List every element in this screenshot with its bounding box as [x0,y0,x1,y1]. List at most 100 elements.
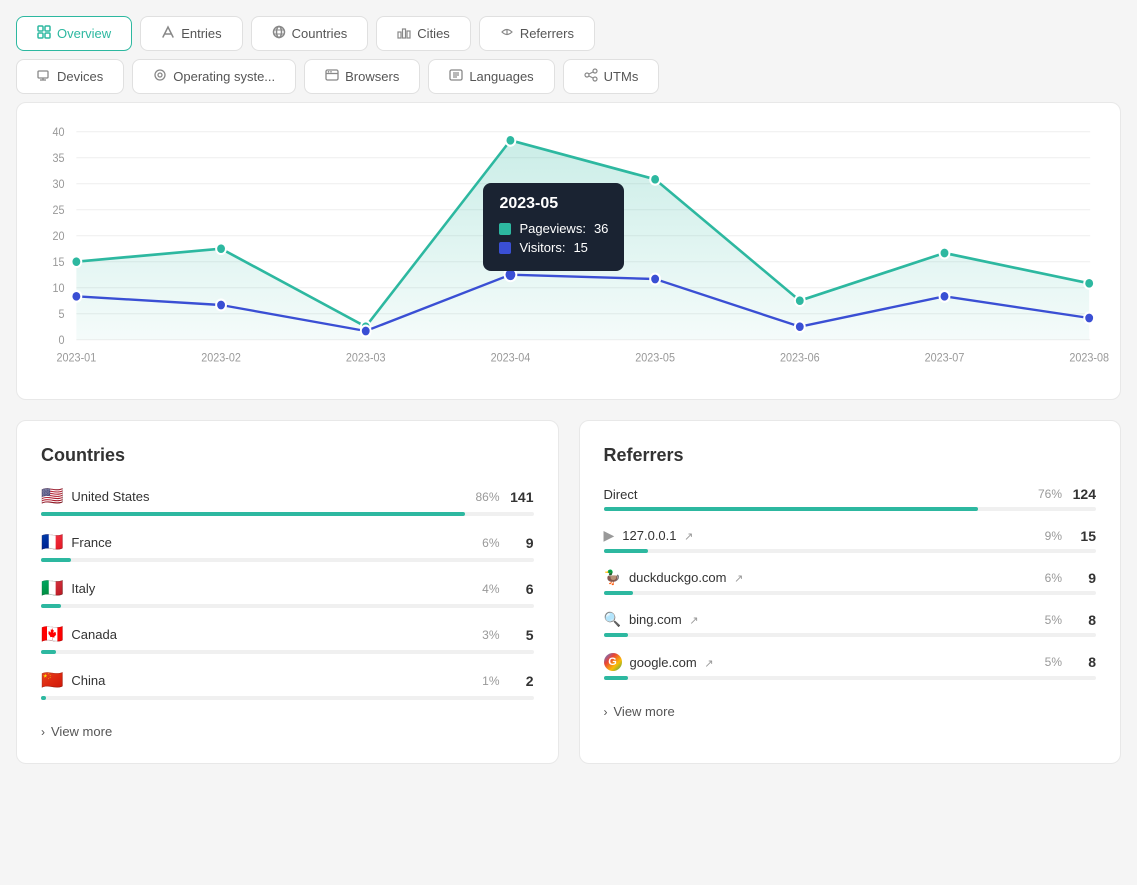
referrer-pct-1: 9% [1045,529,1062,543]
progress-bar-bg [41,558,534,562]
svg-text:25: 25 [53,205,65,218]
tab-referrers[interactable]: Referrers [479,16,595,51]
tab-countries[interactable]: Countries [251,16,369,51]
svg-text:2023-08: 2023-08 [1069,352,1109,365]
tab-os[interactable]: Operating syste... [132,59,296,94]
country-name-3: Canada [71,627,482,642]
referrers-view-more-label: View more [614,704,675,719]
svg-text:2023-07: 2023-07 [925,352,965,365]
list-item: 🇨🇦 Canada 3% 5 [41,624,534,654]
tab-referrers-label: Referrers [520,26,574,41]
referrer-count-0: 124 [1072,486,1096,502]
progress-bar-fill [604,633,629,637]
external-link-icon[interactable]: ↗ [704,658,713,670]
svg-text:20: 20 [53,231,65,244]
progress-bar-fill [41,696,46,700]
flag-it: 🇮🇹 [41,578,63,599]
chart-container: 0 5 10 15 20 25 30 35 40 [16,102,1121,400]
list-item: ▶ 127.0.0.1 ↗ 9% 15 [604,527,1097,553]
languages-icon [449,68,463,85]
progress-bar-bg [604,591,1097,595]
tab-overview[interactable]: Overview [16,16,132,51]
tab-os-label: Operating syste... [173,69,275,84]
svg-text:5: 5 [59,309,65,322]
referrer-icon-1: ▶ [604,527,615,544]
svg-text:2023-06: 2023-06 [780,352,820,365]
countries-panel-title: Countries [41,445,534,466]
svg-text:15: 15 [53,257,65,270]
countries-icon [272,25,286,42]
chevron-right-icon: › [41,725,45,739]
svg-text:2023-03: 2023-03 [346,352,386,365]
flag-us: 🇺🇸 [41,486,63,507]
chevron-right-icon: › [604,705,608,719]
progress-bar-bg [604,549,1097,553]
svg-text:40: 40 [53,127,65,140]
os-icon [153,68,167,85]
tab-entries-label: Entries [181,26,221,41]
tab-cities-label: Cities [417,26,450,41]
country-count-0: 141 [510,489,534,505]
svg-text:35: 35 [53,153,65,166]
referrers-icon [500,25,514,42]
tab-browsers[interactable]: Browsers [304,59,420,94]
progress-bar-bg [41,696,534,700]
external-link-icon[interactable]: ↗ [684,531,693,543]
referrer-pct-3: 5% [1045,613,1062,627]
tab-utms-label: UTMs [604,69,639,84]
progress-bar-bg [604,633,1097,637]
svg-text:2023-02: 2023-02 [201,352,241,365]
referrers-view-more[interactable]: › View more [604,696,1097,719]
list-item: 🔍 bing.com ↗ 5% 8 [604,611,1097,637]
country-name-2: Italy [71,581,482,596]
list-item: 🦆 duckduckgo.com ↗ 6% 9 [604,569,1097,595]
countries-view-more[interactable]: › View more [41,716,534,739]
tab-overview-label: Overview [57,26,111,41]
list-item: 🇨🇳 China 1% 2 [41,670,534,700]
country-name-0: United States [71,489,475,504]
external-link-icon[interactable]: ↗ [689,615,698,627]
country-name-1: France [71,535,482,550]
svg-text:2023-05: 2023-05 [635,352,675,365]
tab-cities[interactable]: Cities [376,16,471,51]
tab-entries[interactable]: Entries [140,16,242,51]
external-link-icon[interactable]: ↗ [734,573,743,585]
progress-bar-bg [604,507,1097,511]
tab-languages[interactable]: Languages [428,59,554,94]
referrer-icon-3: 🔍 [604,611,621,628]
tab-devices-label: Devices [57,69,103,84]
country-pct-3: 3% [482,628,499,642]
list-item: 🇺🇸 United States 86% 141 [41,486,534,516]
svg-text:2023-04: 2023-04 [491,352,531,365]
tab-languages-label: Languages [469,69,533,84]
progress-bar-fill [41,604,61,608]
referrer-icon-4: G [604,653,622,671]
flag-cn: 🇨🇳 [41,670,63,691]
country-pct-2: 4% [482,582,499,596]
tabs-row-2: Devices Operating syste... Browsers Lang… [16,59,1121,94]
svg-text:30: 30 [53,179,65,192]
chart-wrap: 0 5 10 15 20 25 30 35 40 [37,123,1100,383]
countries-panel: Countries 🇺🇸 United States 86% 141 🇫🇷 [16,420,559,764]
progress-bar-fill [604,676,629,680]
referrers-panel: Referrers Direct 76% 124 ▶ 127.0 [579,420,1122,764]
referrer-name-4: google.com ↗ [630,655,1045,670]
tab-utms[interactable]: UTMs [563,59,660,94]
line-chart: 0 5 10 15 20 25 30 35 40 [37,123,1100,383]
country-count-3: 5 [510,627,534,643]
svg-text:0: 0 [59,335,65,348]
svg-text:10: 10 [53,283,65,296]
country-pct-1: 6% [482,536,499,550]
country-pct-0: 86% [475,490,499,504]
tab-devices[interactable]: Devices [16,59,124,94]
svg-text:2023-01: 2023-01 [57,352,97,365]
country-pct-4: 1% [482,674,499,688]
list-item: 🇮🇹 Italy 4% 6 [41,578,534,608]
cities-icon [397,25,411,42]
browsers-icon [325,68,339,85]
referrer-pct-0: 76% [1038,487,1062,501]
progress-bar-fill [41,650,56,654]
bottom-panels: Countries 🇺🇸 United States 86% 141 🇫🇷 [16,420,1121,764]
progress-bar-fill [604,507,978,511]
country-count-1: 9 [510,535,534,551]
